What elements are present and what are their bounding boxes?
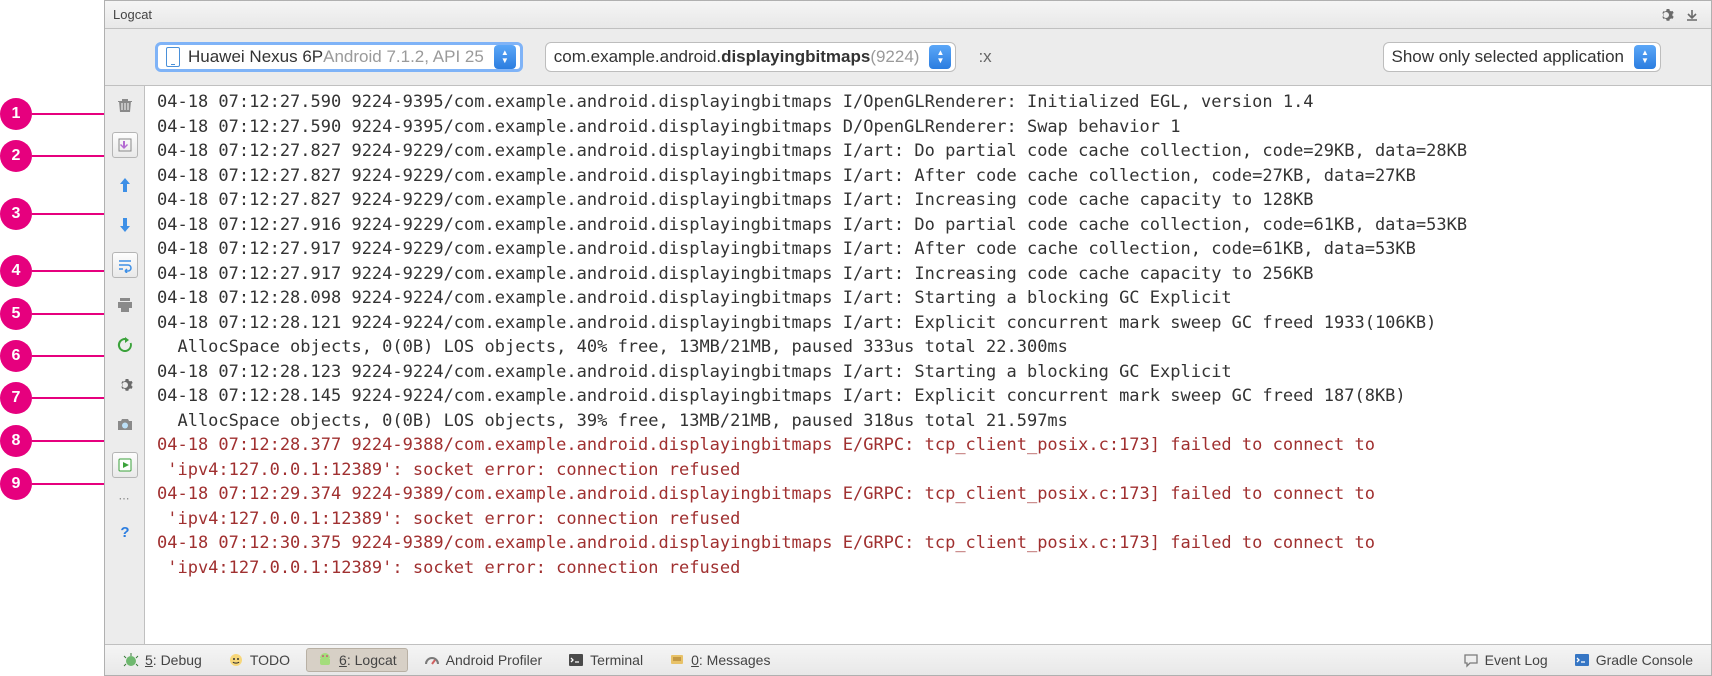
screen-record-button[interactable] (112, 452, 138, 478)
event-log-label: Event Log (1485, 652, 1548, 668)
debug-label: : Debug (153, 652, 202, 668)
tab-profiler[interactable]: Android Profiler (414, 649, 553, 671)
callout-3: 3 (0, 198, 104, 230)
print-button[interactable] (112, 292, 138, 318)
footer-tabs: 5: Debug TODO 6: Logcat Android Profiler… (105, 645, 1711, 675)
log-line: 04-18 07:12:29.374 9224-9389/com.example… (157, 482, 1705, 531)
filter-bar: Huawei Nexus 6P Android 7.1.2, API 25 ▲▼… (105, 29, 1711, 85)
log-line: 04-18 07:12:27.916 9224-9229/com.example… (157, 213, 1705, 238)
up-button[interactable] (112, 172, 138, 198)
log-line: 04-18 07:12:28.123 9224-9224/com.example… (157, 360, 1705, 385)
panel-body: ⋯ ? 04-18 07:12:27.590 9224-9395/com.exa… (105, 85, 1711, 645)
callout-2: 2 (0, 140, 104, 172)
tab-debug[interactable]: 5: Debug (113, 649, 212, 671)
bug-icon (123, 652, 139, 668)
callout-6: 6 (0, 340, 104, 372)
svg-text:?: ? (120, 524, 129, 540)
chevron-updown-icon: ▲▼ (929, 45, 951, 69)
log-line: 04-18 07:12:27.917 9224-9229/com.example… (157, 237, 1705, 262)
callout-4: 4 (0, 255, 104, 287)
callout-badge: 2 (0, 140, 32, 172)
logcat-accel: 6 (339, 652, 347, 668)
tab-todo[interactable]: TODO (218, 649, 300, 671)
callout-8: 8 (0, 425, 104, 457)
scroll-to-end-button[interactable] (112, 132, 138, 158)
hide-icon[interactable] (1681, 4, 1703, 26)
soft-wrap-button[interactable] (112, 252, 138, 278)
restart-button[interactable] (112, 332, 138, 358)
process-bold: displayingbitmaps (721, 47, 870, 67)
tab-event-log[interactable]: Event Log (1453, 649, 1558, 671)
filter-label: Show only selected application (1392, 47, 1624, 67)
phone-icon (166, 47, 180, 67)
log-line: 04-18 07:12:27.917 9224-9229/com.example… (157, 262, 1705, 287)
log-line: 04-18 07:12:27.827 9224-9229/com.example… (157, 188, 1705, 213)
messages-accel: 0 (691, 652, 699, 668)
speech-icon (1463, 652, 1479, 668)
down-button[interactable] (112, 212, 138, 238)
logcat-panel: Logcat Huawei Nexus 6P Android 7.1.2, AP… (104, 0, 1712, 676)
debug-accel: 5 (145, 652, 153, 668)
callout-badge: 6 (0, 340, 32, 372)
callout-badge: 4 (0, 255, 32, 287)
log-line: 04-18 07:12:27.590 9224-9395/com.example… (157, 90, 1705, 115)
callouts-column: 1 2 3 4 5 6 7 8 9 (0, 0, 104, 676)
settings-button[interactable] (112, 372, 138, 398)
log-line: 04-18 07:12:28.098 9224-9224/com.example… (157, 286, 1705, 311)
more-icon: ⋯ (119, 492, 131, 505)
messages-label: : Messages (699, 652, 771, 668)
callout-1: 1 (0, 98, 104, 130)
regex-hint: :x (978, 47, 991, 67)
device-name: Huawei Nexus 6P (188, 47, 323, 67)
help-button[interactable]: ? (112, 519, 138, 545)
gear-icon[interactable] (1655, 4, 1677, 26)
callout-badge: 3 (0, 198, 32, 230)
gradle-icon (1574, 652, 1590, 668)
process-selector[interactable]: com.example.android.displayingbitmaps (9… (545, 42, 957, 72)
log-line: 04-18 07:12:28.377 9224-9388/com.example… (157, 433, 1705, 482)
process-pid: (9224) (870, 47, 919, 67)
log-line: 04-18 07:12:27.827 9224-9229/com.example… (157, 139, 1705, 164)
log-line: 04-18 07:12:30.375 9224-9389/com.example… (157, 531, 1705, 580)
callout-badge: 9 (0, 468, 32, 500)
screenshot-button[interactable] (112, 412, 138, 438)
process-prefix: com.example.android. (554, 47, 721, 67)
log-line: 04-18 07:12:28.145 9224-9224/com.example… (157, 384, 1705, 433)
callout-badge: 7 (0, 382, 32, 414)
left-toolbar: ⋯ ? (105, 86, 145, 644)
chevron-updown-icon: ▲▼ (494, 45, 516, 69)
filter-selector[interactable]: Show only selected application ▲▼ (1383, 42, 1661, 72)
device-details: Android 7.1.2, API 25 (323, 47, 484, 67)
tab-gradle-console[interactable]: Gradle Console (1564, 649, 1703, 671)
todo-label: TODO (250, 652, 290, 668)
android-icon (317, 652, 333, 668)
log-line: 04-18 07:12:28.121 9224-9224/com.example… (157, 311, 1705, 360)
tab-terminal[interactable]: Terminal (558, 649, 653, 671)
profiler-label: Android Profiler (446, 652, 543, 668)
messages-icon (669, 652, 685, 668)
callout-9: 9 (0, 468, 104, 500)
callout-5: 5 (0, 298, 104, 330)
titlebar: Logcat (105, 1, 1711, 29)
callout-badge: 1 (0, 98, 32, 130)
clear-button[interactable] (112, 92, 138, 118)
callout-badge: 8 (0, 425, 32, 457)
log-area[interactable]: 04-18 07:12:27.590 9224-9395/com.example… (145, 86, 1711, 644)
tab-messages[interactable]: 0: Messages (659, 649, 780, 671)
callout-7: 7 (0, 382, 104, 414)
log-line: 04-18 07:12:27.827 9224-9229/com.example… (157, 164, 1705, 189)
callout-badge: 5 (0, 298, 32, 330)
panel-title: Logcat (113, 7, 1651, 22)
todo-icon (228, 652, 244, 668)
gauge-icon (424, 652, 440, 668)
tab-logcat[interactable]: 6: Logcat (306, 648, 408, 672)
gradle-label: Gradle Console (1596, 652, 1693, 668)
terminal-icon (568, 652, 584, 668)
chevron-updown-icon: ▲▼ (1634, 45, 1656, 69)
logcat-label: : Logcat (347, 652, 397, 668)
device-selector[interactable]: Huawei Nexus 6P Android 7.1.2, API 25 ▲▼ (155, 42, 523, 72)
log-line: 04-18 07:12:27.590 9224-9395/com.example… (157, 115, 1705, 140)
terminal-label: Terminal (590, 652, 643, 668)
